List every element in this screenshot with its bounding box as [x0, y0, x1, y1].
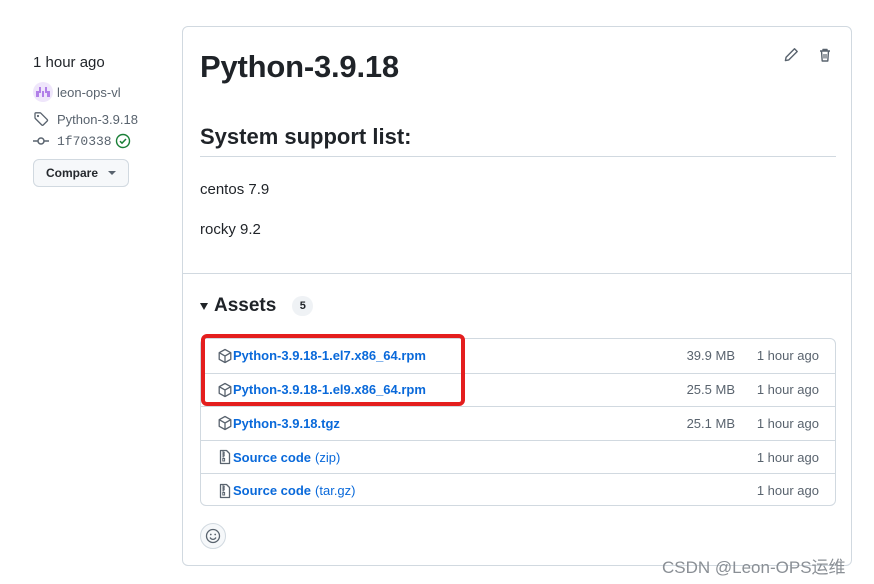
tag-icon [33, 111, 51, 127]
asset-row[interactable]: Source code (zip) 1 hour ago [201, 439, 835, 474]
verified-check-icon[interactable] [115, 133, 131, 149]
assets-toggle[interactable]: Assets 5 [200, 295, 314, 317]
release-meta: 1 hour ago leon-ops-vl Python-3.9.18 1f7… [33, 52, 173, 187]
asset-link[interactable]: Source code [233, 483, 311, 498]
asset-time: 1 hour ago [756, 449, 819, 465]
add-reaction-button[interactable] [200, 523, 226, 549]
watermark: CSDN @Leon-OPS运维 [662, 558, 846, 577]
support-item: centos 7.9 [200, 181, 270, 198]
smiley-icon [205, 528, 221, 544]
author-link[interactable]: leon-ops-vl [57, 85, 121, 100]
author-row[interactable]: leon-ops-vl [33, 82, 173, 102]
asset-time: 1 hour ago [756, 382, 819, 398]
package-icon [217, 415, 233, 431]
asset-time: 1 hour ago [756, 415, 819, 431]
asset-size: 25.5 MB [686, 382, 735, 398]
trash-icon[interactable] [817, 47, 833, 63]
asset-link[interactable]: Python-3.9.18.tgz [233, 416, 340, 431]
compare-label: Compare [46, 166, 99, 180]
asset-format[interactable]: (tar.gz) [315, 483, 355, 498]
release-time: 1 hour ago [33, 54, 105, 71]
file-zip-icon [217, 449, 233, 465]
edit-pencil-icon[interactable] [783, 47, 799, 63]
support-item: rocky 9.2 [200, 221, 261, 238]
asset-format[interactable]: (zip) [315, 450, 340, 465]
asset-size: 39.9 MB [686, 348, 735, 364]
asset-time: 1 hour ago [756, 483, 819, 499]
tag-row[interactable]: Python-3.9.18 [33, 110, 173, 128]
release-card: Python-3.9.18 System support list: cento… [182, 26, 852, 566]
asset-time: 1 hour ago [756, 348, 819, 364]
asset-row[interactable]: Source code (tar.gz) 1 hour ago [201, 473, 835, 505]
tag-link[interactable]: Python-3.9.18 [57, 112, 138, 127]
release-title[interactable]: Python-3.9.18 [200, 49, 399, 85]
commit-sha[interactable]: 1f70338 [57, 134, 112, 149]
commit-icon [33, 133, 51, 149]
chevron-down-icon [108, 171, 117, 175]
avatar[interactable] [33, 82, 53, 102]
release-actions [783, 47, 833, 63]
section-heading: System support list: [200, 124, 836, 157]
annotation-highlight-box [201, 334, 465, 406]
file-zip-icon [217, 483, 233, 499]
asset-link[interactable]: Source code [233, 450, 311, 465]
assets-count-badge: 5 [292, 296, 314, 316]
assets-heading: Assets [214, 295, 277, 316]
commit-row[interactable]: 1f70338 [33, 132, 173, 150]
triangle-down-icon [200, 302, 208, 310]
divider [183, 273, 851, 274]
asset-size: 25.1 MB [686, 415, 735, 431]
avatar-icon [36, 87, 50, 97]
compare-button[interactable]: Compare [33, 159, 130, 187]
asset-row[interactable]: Python-3.9.18.tgz 25.1 MB 1 hour ago [201, 406, 835, 440]
